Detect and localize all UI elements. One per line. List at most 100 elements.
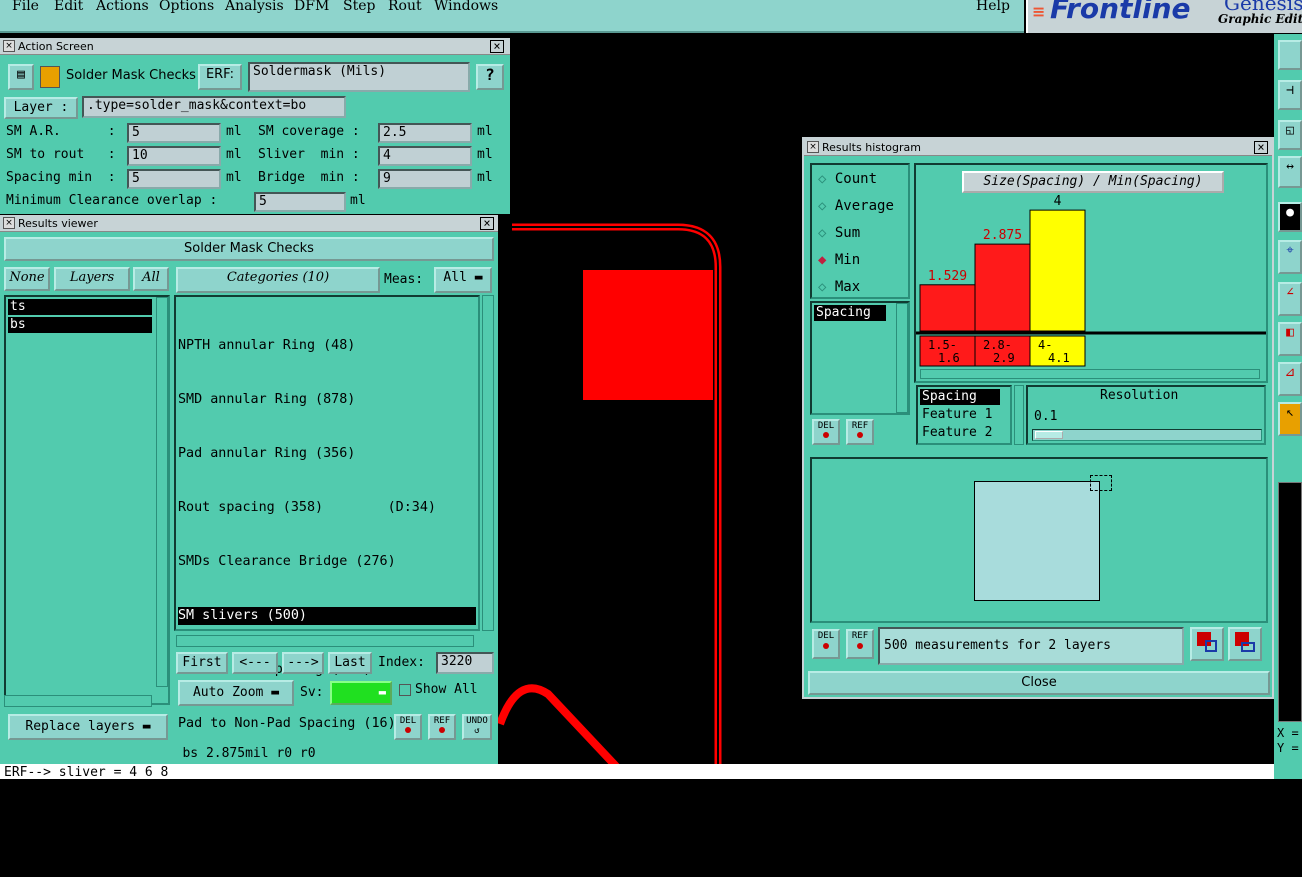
radio-max[interactable]: ◇ Max — [818, 279, 860, 295]
meas-dropdown[interactable]: All ▬ — [434, 267, 492, 293]
ref-icon — [857, 643, 863, 649]
close-icon[interactable]: × — [1254, 141, 1268, 154]
spacing-list[interactable]: Spacing — [810, 301, 910, 415]
menu-file[interactable]: File — [12, 0, 39, 14]
attribute-list[interactable]: Spacing Feature 1 Feature 2 — [916, 385, 1012, 445]
list-item[interactable]: Spacing — [814, 305, 886, 321]
menu-analysis[interactable]: Analysis — [225, 0, 284, 14]
list-item[interactable]: Pad annular Ring (356) — [178, 445, 476, 463]
sv-color-dropdown[interactable]: ▬ — [330, 681, 392, 705]
sm-ar-field[interactable]: 5 — [127, 123, 221, 143]
radio-min[interactable]: ◆ Min — [818, 252, 860, 268]
list-item[interactable]: Feature too small to check (348) — [178, 823, 476, 841]
ref-button[interactable]: REF — [846, 629, 874, 659]
replace-layers-label: Replace layers — [25, 719, 135, 734]
spacing-list-scrollbar[interactable] — [896, 303, 908, 413]
sm-to-rout-field[interactable]: 10 — [127, 146, 221, 166]
pointer-icon[interactable]: ↖ — [1278, 402, 1302, 436]
ref-button[interactable]: REF — [846, 419, 874, 445]
layer-field[interactable]: .type=solder_mask&context=bo — [82, 96, 346, 118]
feature-preview[interactable] — [810, 457, 1268, 623]
list-item[interactable]: NPTH annular Ring (48) — [178, 337, 476, 355]
menu-step[interactable]: Step — [343, 0, 375, 14]
undo-button[interactable]: UNDO ↺ — [462, 714, 492, 740]
category-scrollbar[interactable] — [482, 295, 494, 631]
del-button[interactable]: DEL — [394, 714, 422, 740]
histogram-chart[interactable]: 1.529 1.5-1.6 2.875 2.8-2.9 4 4-4.1 — [916, 165, 1266, 381]
window-menu-icon[interactable]: × — [807, 141, 819, 153]
list-item[interactable]: SMDs Clearance Bridge (276) — [178, 553, 476, 571]
layers-button[interactable]: Layers — [54, 267, 130, 291]
close-button[interactable]: Close — [808, 671, 1270, 695]
list-item[interactable]: Feature 1 — [922, 407, 992, 423]
all-button[interactable]: All — [133, 267, 169, 291]
help-button[interactable]: ? — [476, 64, 504, 90]
mini-map[interactable] — [1278, 482, 1302, 722]
menu-windows[interactable]: Windows — [434, 0, 498, 14]
del-button[interactable]: DEL — [812, 629, 840, 659]
list-item[interactable]: SMD annular Ring (878) — [178, 391, 476, 409]
net-icon[interactable]: ⌖ — [1278, 240, 1302, 274]
measure-icon[interactable]: ↔ — [1278, 156, 1302, 188]
snap-icon[interactable]: ⊣ — [1278, 80, 1302, 110]
list-item[interactable]: Feature 2 — [922, 425, 992, 441]
list-item[interactable]: ts — [8, 299, 152, 315]
histogram-window: × Results histogram × ◇ Count ◇ Average … — [802, 137, 1274, 699]
layer-list[interactable]: ts bs — [4, 295, 170, 705]
circle-icon[interactable]: ● — [1278, 202, 1302, 232]
erf-button[interactable]: ERF: — [198, 64, 242, 90]
radio-count[interactable]: ◇ Count — [818, 171, 877, 187]
last-button[interactable]: Last — [328, 652, 372, 674]
select-box-icon[interactable]: ◱ — [1278, 120, 1302, 150]
category-hscrollbar[interactable] — [176, 635, 474, 647]
zoom-all-icon[interactable] — [1228, 627, 1262, 661]
attribute-list-scrollbar[interactable] — [1014, 385, 1024, 445]
next-button[interactable]: ---> — [282, 652, 324, 674]
layer-button[interactable]: Layer : — [4, 97, 78, 119]
bridge-min-field[interactable]: 9 — [378, 169, 472, 189]
categories-button[interactable]: Categories (10) — [176, 267, 380, 293]
radio-sum[interactable]: ◇ Sum — [818, 225, 860, 241]
layer-list-hscrollbar[interactable] — [4, 695, 152, 707]
prev-button[interactable]: <--- — [232, 652, 278, 674]
index-field[interactable]: 3220 — [436, 652, 494, 674]
list-item[interactable]: Spacing — [920, 389, 1000, 405]
sm-coverage-field[interactable]: 2.5 — [378, 123, 472, 143]
close-icon[interactable]: × — [490, 40, 504, 53]
del-button[interactable]: DEL — [812, 419, 840, 445]
first-button[interactable]: First — [176, 652, 228, 674]
radio-average[interactable]: ◇ Average — [818, 198, 894, 214]
window-menu-icon[interactable]: × — [3, 217, 15, 229]
menu-dfm[interactable]: DFM — [294, 0, 329, 14]
menu-rout[interactable]: Rout — [388, 0, 422, 14]
menu-edit[interactable]: Edit — [54, 0, 83, 14]
show-all-checkbox[interactable] — [399, 684, 411, 696]
sliver-min-field[interactable]: 4 — [378, 146, 472, 166]
none-button[interactable]: None — [4, 267, 50, 291]
auto-zoom-dropdown[interactable]: Auto Zoom ▬ — [178, 680, 294, 706]
zoom-feature-icon[interactable] — [1190, 627, 1224, 661]
close-icon[interactable]: × — [480, 217, 494, 230]
checklist-icon[interactable]: ▤ — [8, 64, 34, 90]
menu-help[interactable]: Help — [976, 0, 1010, 14]
layer-list-scrollbar[interactable] — [156, 297, 168, 687]
replace-layers-dropdown[interactable]: Replace layers ▬ — [8, 714, 168, 740]
resolution-slider[interactable] — [1032, 429, 1262, 441]
window-menu-icon[interactable]: × — [3, 40, 15, 52]
ref-button[interactable]: REF — [428, 714, 456, 740]
tool-icon-1[interactable] — [1278, 40, 1302, 70]
shape-icon[interactable]: ◧ — [1278, 322, 1302, 356]
erf-field[interactable]: Soldermask (Mils) — [248, 62, 470, 92]
list-item-selected[interactable]: SM slivers (500) — [178, 607, 476, 625]
menu-options[interactable]: Options — [159, 0, 214, 14]
category-list[interactable]: NPTH annular Ring (48) SMD annular Ring … — [174, 295, 480, 839]
spacing-min-field[interactable]: 5 — [127, 169, 221, 189]
angle-icon[interactable]: ⊿ — [1278, 362, 1302, 396]
slider-thumb[interactable] — [1035, 431, 1063, 439]
overlap-field[interactable]: 5 — [254, 192, 346, 212]
list-item[interactable]: bs — [8, 317, 152, 333]
list-item[interactable]: Rout spacing (358) (D:34) — [178, 499, 476, 517]
menu-actions[interactable]: Actions — [96, 0, 149, 14]
line-icon[interactable]: ∠ — [1278, 282, 1302, 316]
chart-hscrollbar[interactable] — [920, 369, 1260, 379]
